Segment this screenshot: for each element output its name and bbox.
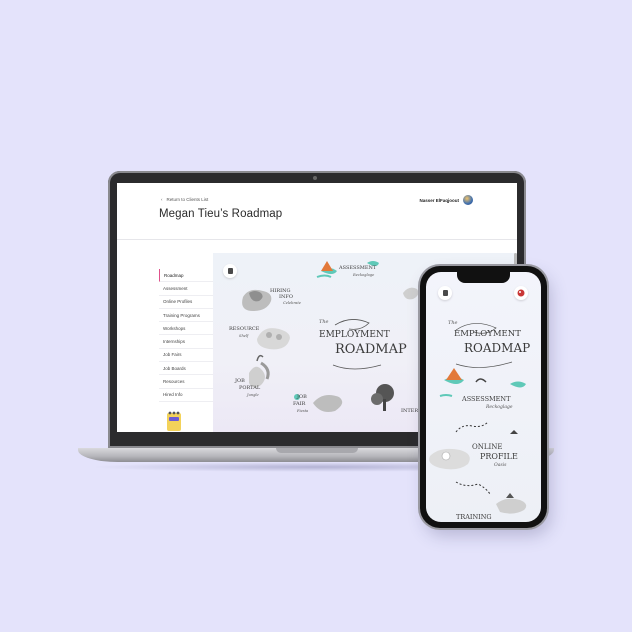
resource-sub: Shelf	[239, 334, 249, 338]
sidebar-item-workshops[interactable]: Workshops	[159, 322, 215, 336]
sidebar-item-resources[interactable]: Resources	[159, 375, 215, 389]
assessment-label: Assessment	[339, 265, 377, 271]
job-portal-island	[249, 354, 270, 388]
hiring-info-sub: Celebrate	[283, 301, 301, 305]
sidebar-item-job-fairs[interactable]: Job Fairs	[159, 349, 215, 363]
sidebar-item-assessment[interactable]: Assessment	[159, 282, 215, 296]
phone-assessment-label: Assessment	[462, 395, 511, 403]
resource-label: Resource	[229, 326, 260, 332]
internship-tree	[371, 384, 394, 411]
back-link-label: Return to Clients List	[166, 197, 209, 202]
sidebar-item-job-boards[interactable]: Job Boards	[159, 362, 215, 376]
laptop-trackpad-notch	[276, 448, 358, 453]
chevron-left-icon: ‹	[161, 197, 163, 202]
job-portal-label-1: Job	[235, 378, 245, 384]
laptop-camera	[313, 176, 317, 180]
title-flourish-bottom	[332, 364, 382, 370]
phone-profile-label: Profile	[480, 452, 518, 461]
phone-roadmap-label: Roadmap	[464, 341, 531, 355]
user-menu[interactable]: Nasser ElFaqjoout	[419, 195, 473, 205]
sidebar-nav: Roadmap Assessment Online Profiles Train…	[159, 269, 215, 402]
roadmap-label: Roadmap	[335, 342, 407, 357]
back-to-clients-link[interactable]: ‹ Return to Clients List	[161, 197, 208, 202]
phone-online-label: Online	[472, 443, 503, 451]
page-title: Megan Tieu’s Roadmap	[159, 208, 283, 220]
resource-shelf-island	[257, 328, 290, 350]
employment-the: The	[319, 319, 329, 325]
compass-island	[403, 287, 419, 300]
phone-training-label: Training	[456, 513, 492, 521]
sidebar-item-training-programs[interactable]: Training Programs	[159, 309, 215, 323]
avatar[interactable]	[463, 195, 473, 205]
job-portal-label-2: Portal	[239, 385, 261, 391]
hiring-info-island	[242, 289, 272, 311]
sidebar-item-internships[interactable]: Internships	[159, 335, 215, 349]
hiring-info-label-2: Info	[279, 294, 293, 300]
phone-employment-label: Employment	[454, 329, 521, 339]
phone-notch	[457, 272, 510, 283]
job-fair-label-1: Job	[297, 394, 307, 400]
sidebar-item-roadmap[interactable]: Roadmap	[159, 269, 215, 283]
notepad-illustration	[167, 411, 181, 431]
job-fair-sub: Fiesta	[297, 409, 309, 413]
phone-assessment-sub: Reckoglage	[486, 405, 513, 410]
phone-profile-sub: Oasis	[494, 463, 507, 468]
header-divider	[117, 239, 517, 240]
user-name: Nasser ElFaqjoout	[419, 197, 459, 203]
assessment-sub: Reckoglage	[353, 273, 375, 277]
job-portal-sub: Jungle	[247, 393, 259, 397]
phone-screen[interactable]: The Employment Roadmap Assessment Reckog…	[426, 272, 541, 522]
job-fair-label-2: Fair	[293, 401, 306, 407]
sidebar-item-hired-info[interactable]: Hired Info	[159, 389, 215, 402]
title-flourish-top	[334, 319, 370, 330]
employment-label: Employment	[319, 330, 390, 340]
phone-employment-the: The	[448, 320, 458, 326]
sidebar-item-online-profiles[interactable]: Online Profiles	[159, 296, 215, 309]
